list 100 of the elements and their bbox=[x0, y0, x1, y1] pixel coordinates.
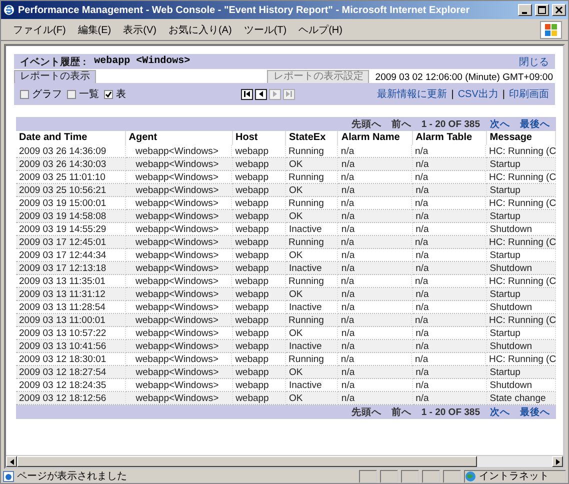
table-cell: n/a bbox=[412, 262, 487, 275]
table-cell: webapp<Windows> bbox=[126, 184, 233, 197]
toolbar-link[interactable]: 印刷画面 bbox=[509, 87, 549, 101]
table-cell: Startup bbox=[486, 184, 556, 197]
table-cell: webapp bbox=[232, 340, 286, 353]
table-cell: 2009 03 13 11:31:12 bbox=[16, 288, 126, 301]
horizontal-scrollbar[interactable] bbox=[6, 455, 563, 467]
table-cell: n/a bbox=[338, 392, 413, 405]
last-page-link[interactable]: 最後へ bbox=[520, 406, 550, 418]
close-icon bbox=[555, 6, 563, 14]
table-cell: n/a bbox=[412, 340, 487, 353]
table-cell: Inactive bbox=[286, 262, 338, 275]
table-cell: webapp bbox=[232, 158, 286, 171]
table-cell: Startup bbox=[486, 366, 556, 379]
table-cell: webapp bbox=[232, 210, 286, 223]
table-cell: Startup bbox=[486, 210, 556, 223]
table-cell: n/a bbox=[412, 366, 487, 379]
table-cell: 2009 03 13 10:41:56 bbox=[16, 340, 126, 353]
table-cell: 2009 03 12 18:12:56 bbox=[16, 392, 126, 405]
link-separator: | bbox=[502, 88, 505, 100]
previous-page-link[interactable]: 前へ bbox=[391, 406, 412, 418]
table-cell: 2009 03 26 14:30:03 bbox=[16, 158, 126, 171]
table-cell: Shutdown bbox=[486, 340, 556, 353]
table-cell: webapp bbox=[232, 288, 286, 301]
table-cell: Inactive bbox=[286, 340, 338, 353]
next-page-link[interactable]: 次へ bbox=[490, 118, 510, 130]
page-range: 1 - 20 OF 385 bbox=[421, 118, 480, 130]
table-cell: webapp<Windows> bbox=[126, 366, 233, 379]
first-page-link[interactable]: 先頭へ bbox=[351, 118, 382, 130]
table-cell: 2009 03 19 14:58:08 bbox=[16, 210, 126, 223]
next-page-link[interactable]: 次へ bbox=[490, 406, 510, 418]
menu-item[interactable]: ツール(T) bbox=[240, 22, 295, 36]
table-cell: webapp bbox=[232, 262, 286, 275]
status-text: ページが表示されました bbox=[17, 470, 128, 483]
table-cell: 2009 03 25 10:56:21 bbox=[16, 184, 126, 197]
table-cell: Shutdown bbox=[486, 262, 556, 275]
page-icon bbox=[3, 470, 14, 482]
last-page-link[interactable]: 最後へ bbox=[520, 118, 550, 130]
table-cell: webapp<Windows> bbox=[126, 210, 233, 223]
table-cell: OK bbox=[286, 158, 338, 171]
menu-item[interactable]: ファイル(F) bbox=[9, 22, 74, 36]
table-cell: 2009 03 13 11:00:01 bbox=[16, 314, 126, 327]
menu-item[interactable]: 表示(V) bbox=[119, 22, 164, 36]
scroll-right-button[interactable] bbox=[552, 456, 563, 467]
table-cell: webapp<Windows> bbox=[126, 158, 233, 171]
table-cell: 2009 03 17 12:45:01 bbox=[16, 236, 126, 249]
table-cell: OK bbox=[286, 366, 338, 379]
table-cell: n/a bbox=[338, 366, 413, 379]
right-arrow-icon bbox=[556, 458, 560, 464]
menu-item[interactable]: ヘルプ(H) bbox=[294, 22, 350, 36]
close-button[interactable] bbox=[552, 4, 566, 16]
table-cell: 2009 03 17 12:13:18 bbox=[16, 262, 126, 275]
toolbar-link[interactable]: CSV出力 bbox=[458, 87, 498, 101]
report-tab[interactable]: レポートの表示設定 bbox=[267, 70, 370, 83]
table-cell: 2009 03 12 18:27:54 bbox=[16, 366, 126, 379]
checkbox-label: グラフ bbox=[32, 88, 62, 101]
table-cell: OK bbox=[286, 210, 338, 223]
table-cell: webapp bbox=[232, 236, 286, 249]
column-header: Alarm Table bbox=[412, 131, 487, 145]
close-link[interactable]: 閉じる bbox=[519, 54, 549, 68]
view-checkbox[interactable] bbox=[67, 90, 76, 98]
table-cell: webapp bbox=[232, 392, 286, 405]
table-cell: webapp<Windows> bbox=[126, 314, 232, 327]
table-cell: webapp<Windows> bbox=[126, 340, 233, 353]
scroll-left-button[interactable] bbox=[6, 456, 17, 467]
toolbar-link[interactable]: 最新情報に更新 bbox=[377, 87, 448, 101]
maximize-icon bbox=[538, 6, 546, 14]
view-checkbox[interactable] bbox=[20, 90, 29, 98]
table-cell: n/a bbox=[338, 158, 413, 171]
prev-page-button[interactable] bbox=[255, 88, 267, 100]
table-cell: State change bbox=[486, 392, 556, 405]
first-page-link[interactable]: 先頭へ bbox=[351, 406, 382, 418]
previous-page-link[interactable]: 前へ bbox=[391, 118, 412, 130]
minimize-button[interactable] bbox=[518, 4, 532, 16]
left-arrow-icon bbox=[10, 458, 14, 464]
globe-icon bbox=[465, 470, 476, 482]
table-cell: webapp bbox=[232, 366, 286, 379]
menu-item[interactable]: 編集(E) bbox=[74, 22, 120, 36]
link-separator: | bbox=[451, 88, 454, 100]
scrollbar-thumb[interactable] bbox=[17, 456, 478, 467]
menu-item[interactable]: お気に入り(A) bbox=[164, 22, 240, 36]
report-tab[interactable]: レポートの表示 bbox=[14, 70, 96, 83]
table-cell: webapp<Windows> bbox=[126, 236, 232, 249]
checkbox-label: 表 bbox=[116, 88, 126, 101]
table-cell: n/a bbox=[412, 184, 487, 197]
table-cell: n/a bbox=[338, 184, 413, 197]
window-title: Performance Management - Web Console - "Event History Report" - Microsoft Internet Explorer bbox=[18, 4, 471, 16]
table-cell: OK bbox=[286, 392, 338, 405]
maximize-button[interactable] bbox=[535, 4, 549, 16]
table-cell: n/a bbox=[412, 288, 487, 301]
table-cell: OK bbox=[286, 288, 338, 301]
agent-name: webapp <Windows> bbox=[94, 56, 190, 67]
skip-arrow-icon bbox=[243, 90, 251, 98]
checkbox-label: 一覧 bbox=[79, 88, 99, 101]
table-cell: n/a bbox=[338, 236, 412, 249]
table-cell: webapp<Windows> bbox=[126, 392, 233, 405]
first-page-button[interactable] bbox=[241, 88, 253, 100]
browser-icon bbox=[3, 4, 15, 16]
view-checkbox[interactable] bbox=[104, 90, 113, 98]
table-cell: Startup bbox=[486, 288, 556, 301]
